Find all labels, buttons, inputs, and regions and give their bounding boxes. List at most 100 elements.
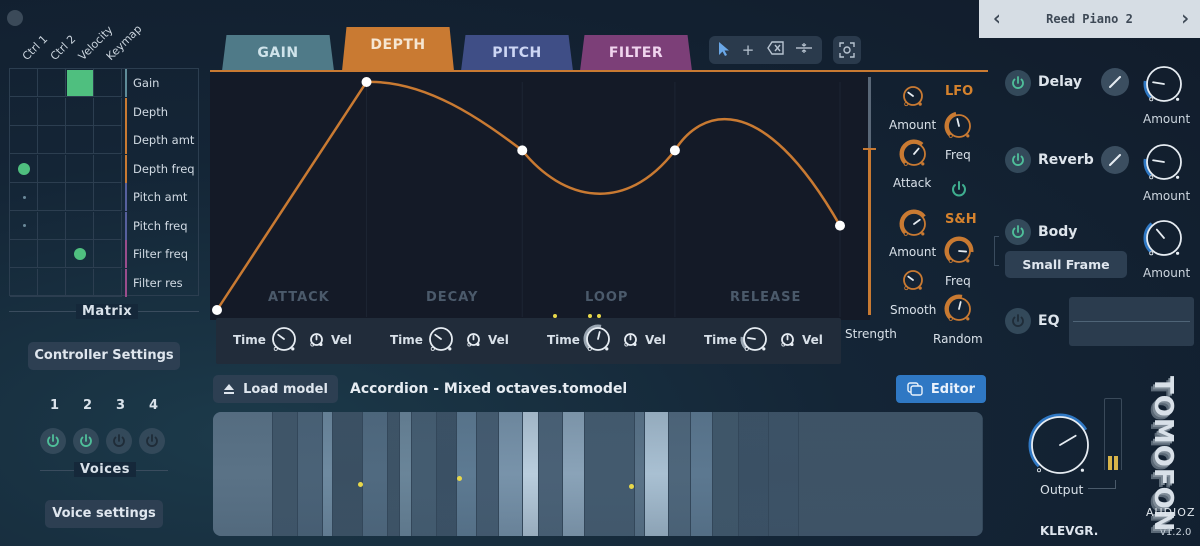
- delete-point-icon[interactable]: [767, 41, 785, 59]
- voice-number: 2: [83, 398, 93, 413]
- matrix-cell[interactable]: [94, 126, 122, 154]
- time-knob[interactable]: [266, 321, 302, 361]
- time-knob[interactable]: [737, 321, 773, 361]
- lfo-amount-knob[interactable]: [897, 80, 929, 116]
- envelope-point[interactable]: [212, 305, 222, 315]
- envelope-point[interactable]: [835, 220, 845, 231]
- matrix-cell[interactable]: [10, 268, 38, 297]
- output-label: Output: [1040, 482, 1084, 497]
- velocity-knob[interactable]: [618, 327, 643, 356]
- envelope-editor[interactable]: [210, 70, 870, 320]
- envelope-point[interactable]: [361, 77, 372, 87]
- sh-smooth-knob[interactable]: [897, 264, 929, 300]
- eq-display[interactable]: [1069, 297, 1194, 346]
- model-partial-bar: [769, 412, 799, 536]
- matrix-cell[interactable]: [38, 97, 66, 126]
- lfo-freq-knob[interactable]: [941, 108, 977, 148]
- voice-4-power-button[interactable]: [139, 428, 165, 454]
- velocity-knob[interactable]: [775, 327, 800, 356]
- preset-name[interactable]: Reed Piano 2: [979, 12, 1200, 26]
- matrix-cell[interactable]: [94, 97, 122, 126]
- matrix-assignment[interactable]: [22, 195, 26, 199]
- matrix-cell[interactable]: [94, 154, 122, 183]
- delay-power-button[interactable]: [1005, 70, 1031, 96]
- sh-amount-knob[interactable]: [896, 206, 932, 246]
- strength-handle[interactable]: [863, 148, 876, 151]
- next-preset-button[interactable]: ›: [1179, 6, 1191, 30]
- matrix-cell[interactable]: [38, 69, 66, 97]
- body-power-button[interactable]: [1005, 219, 1031, 245]
- matrix-cell[interactable]: [94, 268, 122, 297]
- time-knob[interactable]: [423, 321, 459, 361]
- matrix-cell[interactable]: [94, 240, 122, 268]
- delay-edit-button[interactable]: [1101, 68, 1129, 96]
- eject-icon: [224, 384, 235, 394]
- matrix-cell[interactable]: [66, 211, 94, 240]
- matrix-cell[interactable]: [38, 126, 66, 154]
- body-bracket: [994, 236, 999, 266]
- focus-button[interactable]: [833, 36, 861, 64]
- velocity-knob[interactable]: [304, 327, 329, 356]
- matrix-cell[interactable]: [38, 268, 66, 297]
- sh-freq-knob[interactable]: [941, 233, 977, 273]
- time-knob[interactable]: [580, 321, 616, 361]
- matrix-cell[interactable]: [38, 183, 66, 211]
- voice-2-power-button[interactable]: [73, 428, 99, 454]
- model-partial-bar: [645, 412, 669, 536]
- add-point-icon[interactable]: +: [739, 41, 757, 59]
- controller-settings-button[interactable]: Controller Settings: [28, 342, 180, 370]
- matrix-cell[interactable]: [10, 69, 38, 97]
- matrix-cell[interactable]: [66, 183, 94, 211]
- sh-freq-label: Freq: [945, 274, 971, 288]
- matrix-cell[interactable]: [38, 154, 66, 183]
- matrix-cell[interactable]: [38, 240, 66, 268]
- matrix-assignment[interactable]: [67, 70, 93, 97]
- reverb-power-button[interactable]: [1005, 147, 1031, 173]
- output-knob[interactable]: [1025, 410, 1095, 480]
- body-type-select[interactable]: Small Frame: [1005, 251, 1127, 278]
- tab-depth[interactable]: DEPTH: [342, 27, 454, 71]
- voice-1-power-button[interactable]: [40, 428, 66, 454]
- velocity-knob[interactable]: [461, 327, 486, 356]
- model-visualizer[interactable]: [213, 412, 983, 536]
- matrix-grid[interactable]: Gain Depth Depth amt Depth freq Pitch amt Pit…: [9, 68, 199, 297]
- matrix-cell[interactable]: [10, 126, 38, 154]
- reverb-edit-button[interactable]: [1101, 146, 1129, 174]
- matrix-cell[interactable]: [66, 154, 94, 183]
- pointer-icon[interactable]: [715, 41, 733, 59]
- reverb-amount-knob[interactable]: [1140, 138, 1188, 190]
- envelope-point[interactable]: [669, 145, 680, 156]
- matrix-cell[interactable]: [10, 240, 38, 268]
- matrix-assignment[interactable]: [18, 162, 30, 175]
- voice-3-power-button[interactable]: [106, 428, 132, 454]
- matrix-cell[interactable]: [94, 211, 122, 240]
- matrix-cell[interactable]: [66, 268, 94, 297]
- load-model-button[interactable]: Load model: [213, 375, 338, 403]
- envelope-point[interactable]: [517, 145, 528, 156]
- delay-amount-label: Amount: [1143, 112, 1191, 126]
- strength-slider[interactable]: [863, 77, 876, 315]
- eq-power-button[interactable]: [1005, 308, 1031, 334]
- body-amount-knob[interactable]: [1140, 214, 1188, 266]
- sh-power-button[interactable]: [950, 180, 968, 198]
- reverb-amount-label: Amount: [1143, 189, 1191, 203]
- voice-settings-button[interactable]: Voice settings: [45, 500, 163, 528]
- matrix-cell[interactable]: [94, 183, 122, 211]
- matrix-cell[interactable]: [38, 211, 66, 240]
- sh-title: S&H: [945, 212, 977, 227]
- tab-filter[interactable]: FILTER: [580, 35, 692, 71]
- tab-pitch[interactable]: PITCH: [461, 35, 573, 71]
- sh-random-knob[interactable]: [941, 291, 977, 331]
- matrix-cell[interactable]: [66, 126, 94, 154]
- matrix-cell[interactable]: [66, 97, 94, 126]
- matrix-cell[interactable]: [94, 69, 122, 97]
- flatten-icon[interactable]: [795, 41, 813, 59]
- tab-gain[interactable]: GAIN: [222, 35, 334, 71]
- matrix-cell[interactable]: [10, 97, 38, 126]
- editor-button[interactable]: Editor: [896, 375, 986, 403]
- model-partial-bar: [523, 412, 539, 536]
- matrix-assignment[interactable]: [22, 224, 26, 228]
- lfo-attack-knob[interactable]: [896, 136, 932, 176]
- delay-amount-knob[interactable]: [1140, 60, 1188, 112]
- matrix-header: Ctrl 1 Ctrl 2 Velocity Keymap: [9, 10, 199, 68]
